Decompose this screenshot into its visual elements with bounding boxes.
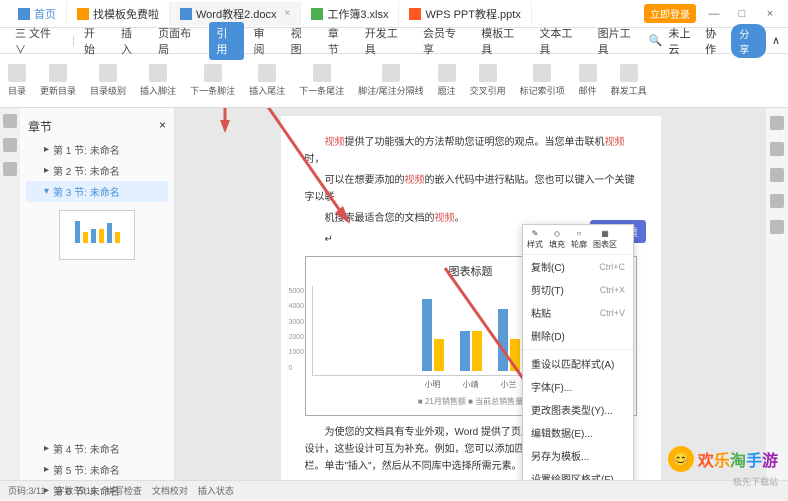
style-icon[interactable] [770,142,784,156]
ribbon-next-endnote[interactable]: 下一条尾注 [299,64,344,97]
ribbon-caption[interactable]: 题注 [438,64,456,97]
context-menu-item[interactable]: 剪切(T)Ctrl+X [523,278,633,301]
status-page[interactable]: 页码:3/11 [8,484,45,497]
watermark-logo-icon: 😊 [668,446,694,472]
main: 章节× ▸第 1 节: 未命名 ▸第 2 节: 未命名 ▾第 3 节: 未命名 … [0,108,788,480]
cm-style[interactable]: ✎样式 [527,229,543,250]
outline-item[interactable]: ▸第 4 节: 未命名 [26,438,168,459]
menu-template[interactable]: 模板工具 [474,22,530,60]
menu-insert[interactable]: 插入 [114,22,149,60]
ribbon-note-sep[interactable]: 脚注/尾注分隔线 [358,64,424,97]
ribbon-mass[interactable]: 群发工具 [611,64,647,97]
ribbon-footnote[interactable]: 插入脚注 [140,64,176,97]
menubar: 三 文件 ∨ | 开始 插入 页面布局 引用 审阅 视图 章节 开发工具 会员专… [0,28,788,54]
cloud-label[interactable]: 未上云 [669,25,700,57]
ribbon: 目录 更新目录 目录级别 插入脚注 下一条脚注 插入尾注 下一条尾注 脚注/尾注… [0,54,788,108]
page-thumbnail[interactable] [59,210,135,260]
paragraph: 可以在想要添加的视频的嵌入代码中进行粘贴。您也可以键入一个关键字以联 [305,172,637,206]
ribbon-update-toc[interactable]: 更新目录 [40,64,76,97]
share-button[interactable]: 分享 [731,24,766,58]
caret-icon[interactable]: ∧ [772,34,780,47]
context-menu-item[interactable]: 重设以匹配样式(A) [523,352,633,375]
login-badge[interactable]: 立即登录 [644,4,696,23]
bookmark-icon[interactable] [3,138,17,152]
cm-fill[interactable]: ◇填充 [549,229,565,250]
context-menu-item[interactable]: 粘贴Ctrl+V [523,301,633,324]
context-menu-item[interactable]: 另存为模板... [523,444,633,467]
search-icon[interactable]: 🔍 [649,34,663,47]
context-menu-item[interactable]: 设置绘图区格式(F)... [523,467,633,480]
coop-label[interactable]: 协作 [705,25,725,57]
menu-start[interactable]: 开始 [77,22,112,60]
cm-chartarea[interactable]: ▦图表区 [593,229,617,250]
document-area[interactable]: 视频提供了功能强大的方法帮助您证明您的观点。当您单击联机视频时， 可以在想要添加… [175,108,766,480]
outline-item[interactable]: ▸第 2 节: 未命名 [26,160,168,181]
select-icon[interactable] [770,168,784,182]
ribbon-next-footnote[interactable]: 下一条脚注 [190,64,235,97]
watermark: 😊 欢乐淘手游 [668,446,778,472]
outline-item[interactable]: ▾第 3 节: 未命名 [26,181,168,202]
outline-icon[interactable] [3,114,17,128]
ribbon-toc-level[interactable]: 目录级别 [90,64,126,97]
status-words[interactable]: 字数:2418 [55,484,96,497]
y-axis-ticks: 500040003000200010000 [289,286,305,375]
shape-icon[interactable] [770,194,784,208]
menu-view[interactable]: 视图 [284,22,319,60]
close-icon[interactable]: × [285,8,291,19]
right-toolbar [766,108,788,480]
search-side-icon[interactable] [3,162,17,176]
outline-item[interactable]: ▸第 1 节: 未命名 [26,139,168,160]
cm-outline[interactable]: ○轮廓 [571,229,587,250]
file-menu[interactable]: 三 文件 ∨ [8,22,70,60]
menu-section[interactable]: 章节 [321,22,356,60]
status-track[interactable]: 文档校对 [152,484,188,497]
minimize-icon[interactable]: — [704,8,724,20]
ribbon-endnote[interactable]: 插入尾注 [249,64,285,97]
sidebar: 章节× ▸第 1 节: 未命名 ▸第 2 节: 未命名 ▾第 3 节: 未命名 … [20,108,175,480]
context-menu: ✎样式 ◇填充 ○轮廓 ▦图表区 复制(C)Ctrl+C剪切(T)Ctrl+X粘… [522,224,634,480]
status-insert[interactable]: 插入状态 [198,484,234,497]
sidebar-close-icon[interactable]: × [159,118,166,135]
left-toolbar [0,108,20,480]
menu-text[interactable]: 文本工具 [532,22,588,60]
menu-review[interactable]: 审阅 [246,22,281,60]
menu-layout[interactable]: 页面布局 [151,22,207,60]
close-window-icon[interactable]: × [760,8,780,20]
ribbon-index[interactable]: 标记索引项 [520,64,565,97]
ribbon-toc[interactable]: 目录 [8,64,26,97]
status-spell[interactable]: 拼写检查 [106,484,142,497]
outline-item[interactable]: ▸第 6 节: 未命名 [26,480,168,501]
context-menu-item[interactable]: 删除(D) [523,324,633,347]
menu-references[interactable]: 引用 [209,22,244,60]
more-icon[interactable] [770,220,784,234]
menu-member[interactable]: 会员专享 [416,22,472,60]
context-menu-item[interactable]: 复制(C)Ctrl+C [523,255,633,278]
menu-dev[interactable]: 开发工具 [358,22,414,60]
ribbon-mail[interactable]: 邮件 [579,64,597,97]
outline-item[interactable]: ▸第 5 节: 未命名 [26,459,168,480]
menu-picture[interactable]: 图片工具 [591,22,647,60]
context-menu-item[interactable]: 字体(F)... [523,375,633,398]
context-menu-item[interactable]: 编辑数据(E)... [523,421,633,444]
ribbon-crossref[interactable]: 交叉引用 [470,64,506,97]
paragraph: 视频提供了功能强大的方法帮助您证明您的观点。当您单击联机视频时， [305,134,637,168]
watermark-sub: 极先下载站 [733,475,778,488]
sidebar-title: 章节× [26,114,168,139]
property-icon[interactable] [770,116,784,130]
context-menu-item[interactable]: 更改图表类型(Y)... [523,398,633,421]
maximize-icon[interactable]: □ [732,8,752,20]
